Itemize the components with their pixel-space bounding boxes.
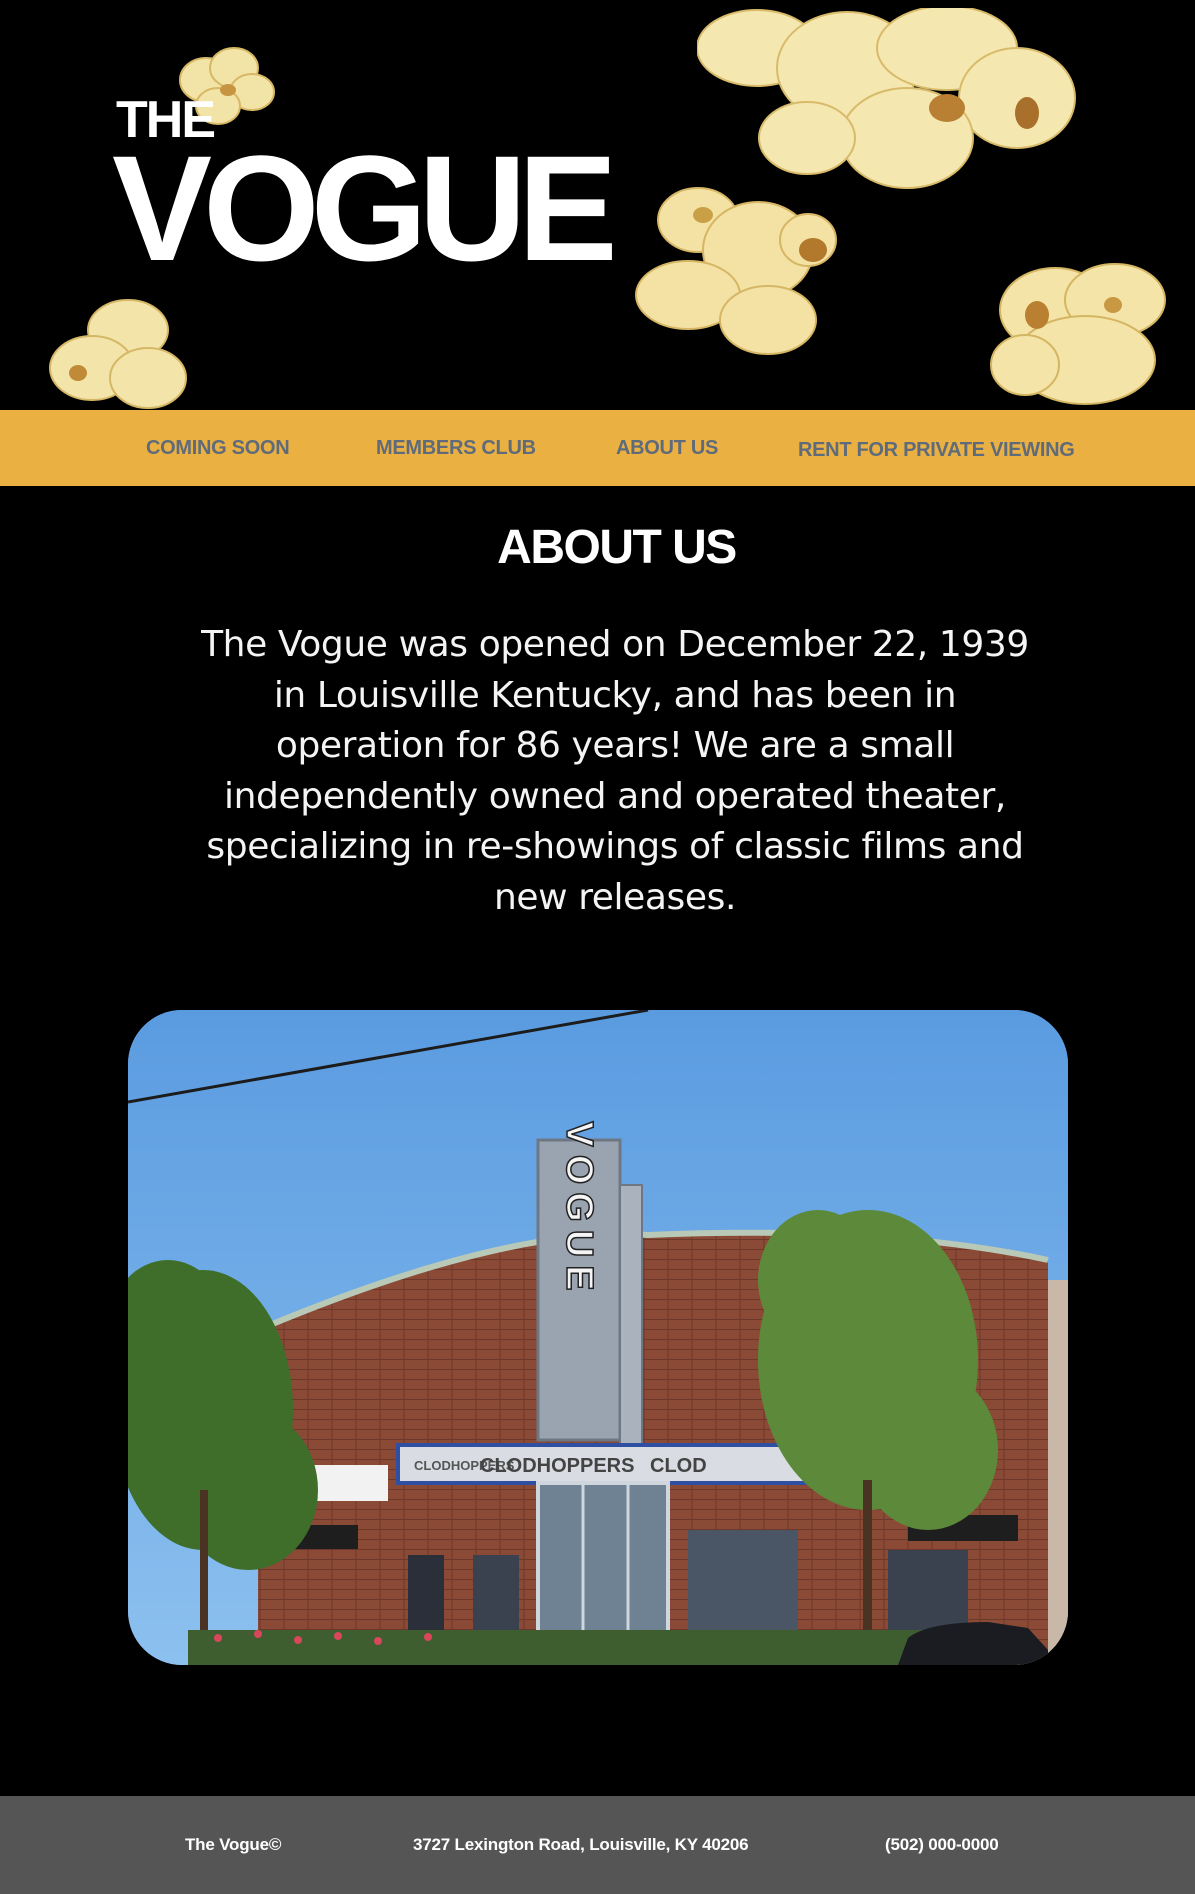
footer-address: 3727 Lexington Road, Louisville, KY 4020… [413,1835,749,1854]
nav-link-rent-private-viewing[interactable]: RENT FOR PRIVATE VIEWING [798,412,1075,488]
footer-phone-link[interactable]: (502) 000-0000 [885,1796,999,1894]
marquee-board-text: CLODHOPPERS [480,1455,634,1477]
footer-name: The Vogue© [185,1835,282,1854]
nav-link-coming-soon[interactable]: COMING SOON [146,410,290,486]
popcorn-kernel-image [635,187,837,355]
logo-vogue-text: VOGUE [112,124,618,292]
about-description: The Vogue was opened on December 22, 193… [201,624,1029,918]
popcorn-kernel-image [697,8,1076,189]
popcorn-kernel-image [990,263,1166,405]
theater-building-image: VOGUE CLODHOPPERS CLODHOPPERS CLOD [128,1010,1068,1665]
popcorn-kernel-image [49,299,187,409]
theater-photo: VOGUE CLODHOPPERS CLODHOPPERS CLOD [128,1010,1068,1665]
site-footer: The Vogue© 3727 Lexington Road, Louisvil… [0,1796,1195,1894]
nav-link-about-us[interactable]: ABOUT US [616,410,718,486]
about-title: ABOUT US [497,521,737,574]
main-nav-bar: COMING SOON MEMBERS CLUB ABOUT US RENT F… [0,410,1195,486]
marquee-board-repeat-text: CLOD [650,1455,707,1477]
nav-link-members-club[interactable]: MEMBERS CLUB [376,410,536,486]
vogue-sign-text: VOGUE [558,1121,600,1298]
hero-header: THE VOGUE [0,0,1195,410]
